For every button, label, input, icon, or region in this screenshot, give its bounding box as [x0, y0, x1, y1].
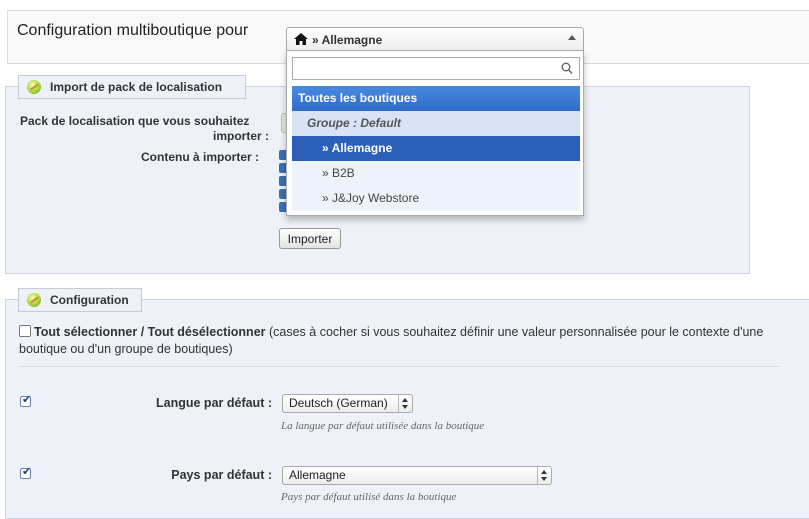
default-country-hint: Pays par défaut utilisé dans la boutique — [281, 491, 457, 503]
option-shop-b2b[interactable]: » B2B — [292, 161, 580, 186]
select-all-checkbox[interactable] — [19, 325, 31, 337]
pack-label-line1: Pack de localisation que vous souhaitez — [20, 114, 250, 128]
settings-icon — [27, 80, 41, 94]
default-language-value: Deutsch (German) — [289, 396, 388, 410]
select-all-label[interactable]: Tout sélectionner / Tout désélectionner — [34, 325, 266, 339]
option-shop-jjoy[interactable]: » J&Joy Webstore — [292, 186, 580, 211]
option-shop-allemagne[interactable]: » Allemagne — [292, 136, 580, 161]
select-arrows-icon — [398, 395, 412, 412]
configuration-legend-label: Configuration — [50, 293, 129, 307]
option-all-shops[interactable]: Toutes les boutiques — [292, 86, 580, 111]
import-legend-label: Import de pack de localisation — [50, 80, 223, 94]
configuration-legend: Configuration — [18, 288, 142, 312]
select-all-row: Tout sélectionner / Tout désélectionner … — [19, 324, 779, 358]
shop-search-input[interactable] — [295, 59, 559, 80]
divider — [19, 366, 779, 367]
default-country-value: Allemagne — [289, 468, 346, 482]
content-checkbox[interactable] — [279, 150, 286, 160]
pack-label-line2: importer : — [212, 129, 269, 143]
content-checkbox[interactable] — [279, 176, 286, 186]
content-checkbox[interactable] — [279, 202, 286, 212]
content-label: Contenu à importer : — [141, 150, 260, 164]
page-title: Configuration multiboutique pour — [17, 22, 249, 39]
shop-dropdown: Toutes les boutiques Groupe : Default » … — [286, 50, 584, 216]
select-arrows-icon — [537, 467, 551, 484]
import-legend: Import de pack de localisation — [18, 75, 246, 99]
content-checkbox[interactable] — [279, 189, 286, 199]
import-button[interactable]: Importer — [279, 228, 341, 249]
chevron-up-icon — [568, 35, 576, 40]
shop-search-field[interactable] — [292, 57, 580, 80]
default-country-label: Pays par défaut : — [171, 468, 272, 482]
default-country-select[interactable]: Allemagne — [282, 466, 552, 485]
content-checkbox[interactable] — [279, 163, 286, 173]
shop-select[interactable]: » Allemagne — [286, 27, 584, 51]
option-group-default[interactable]: Groupe : Default — [292, 111, 580, 136]
default-language-label: Langue par défaut : — [156, 396, 272, 410]
shop-select-value: » Allemagne — [312, 33, 383, 47]
search-icon — [561, 62, 573, 75]
default-language-select[interactable]: Deutsch (German) — [282, 394, 413, 413]
home-icon — [294, 33, 308, 45]
default-language-hint: La langue par défaut utilisée dans la bo… — [281, 420, 485, 432]
settings-icon — [27, 293, 41, 307]
